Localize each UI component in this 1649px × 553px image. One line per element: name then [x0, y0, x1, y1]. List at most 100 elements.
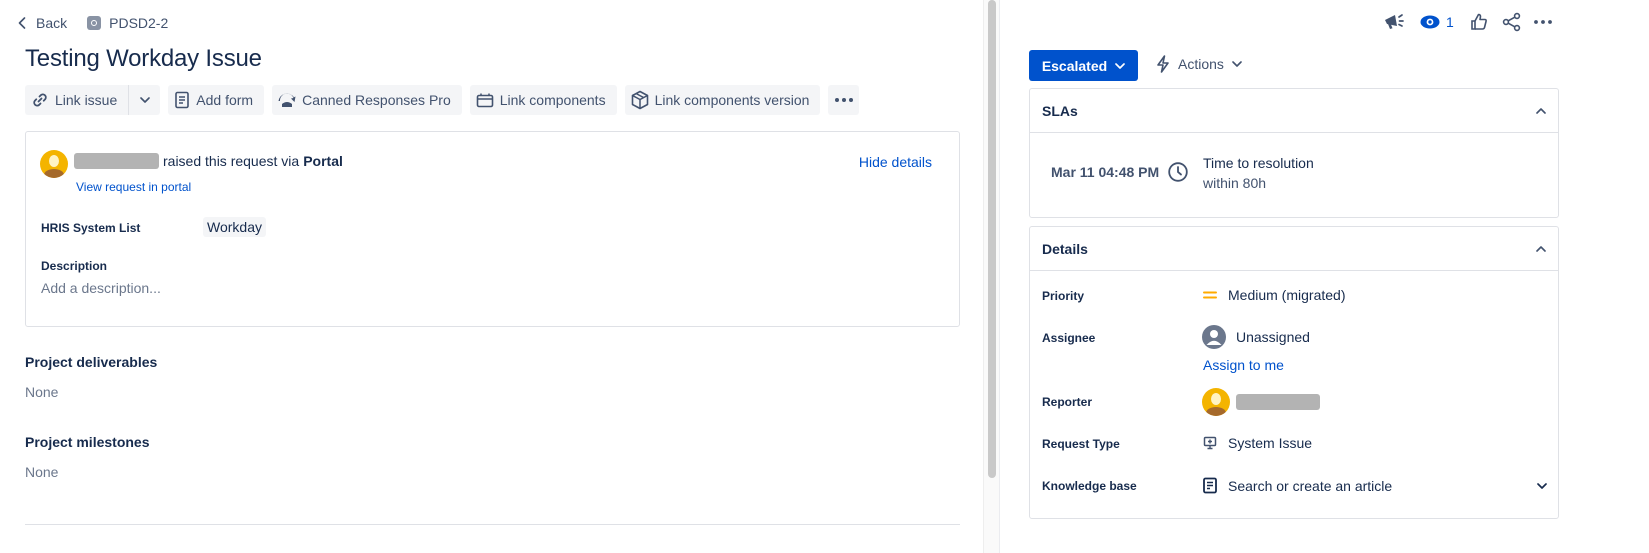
sla-date-text: Mar 11 04:48 PM	[1051, 164, 1160, 180]
package-icon	[631, 90, 648, 110]
main-scrollbar[interactable]	[983, 0, 999, 553]
reporter-avatar	[1202, 388, 1230, 416]
back-label: Back	[36, 15, 68, 31]
description-label: Description	[41, 259, 108, 273]
link-components-version-button[interactable]: Link components version	[624, 85, 821, 115]
share-icon	[1502, 12, 1521, 32]
more-icon	[1534, 20, 1552, 24]
chevron-down-icon	[1232, 61, 1242, 67]
status-label: Escalated	[1041, 57, 1108, 74]
priority-value: Medium (migrated)	[1228, 287, 1346, 303]
issue-key-link[interactable]: PDSD2-2	[87, 15, 168, 31]
request-type-icon	[1203, 436, 1217, 450]
hris-system-value[interactable]: Workday	[203, 217, 266, 237]
breadcrumb: Back PDSD2-2	[18, 13, 168, 33]
details-panel: Details Priority Medium (migrated) Assig…	[1029, 226, 1559, 519]
slas-panel-header[interactable]: SLAs	[1030, 89, 1558, 133]
reporter-field[interactable]	[1202, 388, 1320, 416]
slas-panel: SLAs Mar 11 04:48 PM Time to resolution …	[1029, 88, 1559, 218]
watch-button[interactable]: 1	[1420, 11, 1454, 33]
canned-responses-button[interactable]: Canned Responses Pro	[272, 85, 462, 115]
priority-field[interactable]: Medium (migrated)	[1202, 287, 1345, 303]
section-divider	[25, 524, 960, 525]
link-icon	[33, 93, 47, 107]
watch-count: 1	[1446, 14, 1454, 30]
knowledge-base-select[interactable]: Search or create an article	[1202, 477, 1547, 495]
lightning-icon	[1157, 55, 1169, 73]
more-dot	[848, 98, 853, 102]
thumbs-up-icon	[1471, 13, 1487, 30]
clock-icon	[1168, 162, 1188, 182]
assignee-value: Unassigned	[1236, 329, 1310, 345]
link-components-label: Link components	[499, 92, 606, 108]
back-link[interactable]: Back	[18, 15, 67, 31]
link-issue-label: Link issue	[55, 92, 118, 108]
assignee-field[interactable]: Unassigned	[1202, 325, 1310, 349]
project-milestones-value[interactable]: None	[25, 464, 58, 480]
hide-details-link[interactable]: Hide details	[859, 154, 932, 170]
add-form-button[interactable]: Add form	[168, 85, 265, 115]
more-options-button[interactable]	[1534, 11, 1552, 33]
form-icon	[175, 91, 190, 109]
chevron-down-icon	[1537, 483, 1547, 489]
description-field[interactable]: Add a description...	[41, 280, 161, 296]
add-form-label: Add form	[196, 92, 254, 108]
issue-type-icon	[87, 16, 102, 30]
eye-icon	[1420, 15, 1440, 29]
request-type-value: System Issue	[1228, 435, 1313, 451]
component-icon	[476, 93, 494, 108]
issue-key: PDSD2-2	[109, 15, 169, 31]
project-deliverables-value[interactable]: None	[25, 384, 58, 400]
actions-label: Actions	[1178, 56, 1224, 72]
chevron-up-icon	[1536, 107, 1546, 114]
issue-main-column: Back PDSD2-2 Testing Workday Issue Link …	[0, 0, 983, 553]
reporter-label: Reporter	[1042, 395, 1093, 409]
project-deliverables-label: Project deliverables	[25, 354, 158, 370]
sla-target-date: Mar 11 04:48 PM	[1051, 161, 1189, 183]
status-dropdown-button[interactable]: Escalated	[1029, 50, 1138, 81]
assignee-label: Assignee	[1042, 331, 1096, 345]
link-issue-dropdown[interactable]	[128, 85, 161, 115]
raised-request-line: raised this request via Portal	[74, 153, 343, 169]
view-request-in-portal-link[interactable]: View request in portal	[76, 180, 191, 194]
priority-medium-icon	[1203, 291, 1217, 299]
link-issue-button[interactable]: Link issue	[25, 85, 129, 115]
feedback-button[interactable]	[1383, 11, 1405, 33]
more-actions-button[interactable]	[828, 85, 860, 115]
issue-toolbar: Link issue Add form Canned Responses Pro…	[25, 85, 860, 115]
details-title: Details	[1042, 240, 1088, 257]
redacted-requester-name	[74, 153, 159, 169]
chevron-up-icon	[1536, 245, 1546, 252]
link-issue-split-button: Link issue	[25, 85, 161, 115]
issue-header-actions: 1	[999, 11, 1649, 33]
article-icon	[1203, 477, 1217, 494]
raised-text: raised this request via	[163, 153, 300, 169]
knowledge-base-label: Knowledge base	[1042, 479, 1137, 493]
request-channel: Portal	[303, 153, 343, 169]
scrollbar-thumb[interactable]	[988, 0, 996, 478]
canned-responses-label: Canned Responses Pro	[302, 92, 451, 108]
redacted-reporter-name	[1236, 394, 1320, 410]
share-button[interactable]	[1502, 11, 1522, 33]
request-type-field[interactable]: System Issue	[1202, 435, 1312, 451]
actions-dropdown-button[interactable]: Actions	[1156, 55, 1242, 73]
chevron-down-icon	[1115, 62, 1126, 69]
unassigned-avatar-icon	[1202, 325, 1226, 349]
more-dot	[841, 98, 846, 102]
priority-label: Priority	[1042, 289, 1085, 303]
vote-button[interactable]	[1470, 11, 1488, 33]
megaphone-icon	[1385, 14, 1404, 29]
hris-system-label: HRIS System List	[41, 221, 141, 235]
chevron-down-icon	[139, 97, 150, 103]
request-details-card: raised this request via Portal View requ…	[25, 131, 960, 327]
request-type-label: Request Type	[1042, 437, 1120, 451]
canned-responses-icon	[278, 93, 296, 107]
details-panel-header[interactable]: Details	[1030, 227, 1558, 271]
assign-to-me-link[interactable]: Assign to me	[1203, 357, 1284, 373]
sla-goal: within 80h	[1203, 175, 1267, 191]
chevron-left-icon	[18, 17, 26, 29]
knowledge-base-value: Search or create an article	[1228, 478, 1393, 494]
requester-avatar[interactable]	[40, 150, 68, 178]
page-title[interactable]: Testing Workday Issue	[25, 45, 262, 73]
link-components-button[interactable]: Link components	[469, 85, 617, 115]
